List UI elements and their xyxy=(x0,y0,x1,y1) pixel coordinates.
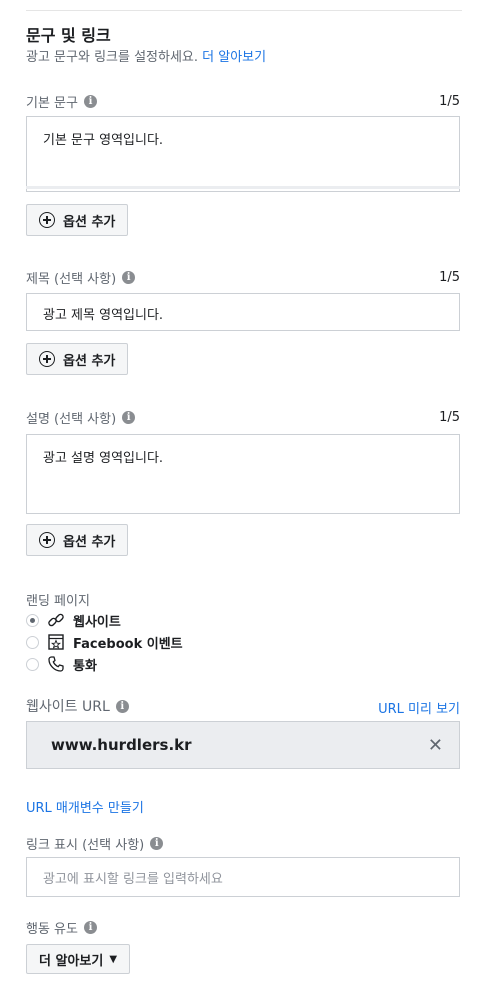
description-counter: 1/5 xyxy=(439,410,460,425)
display-link-label-text: 링크 표시 (선택 사항) xyxy=(26,838,145,853)
clear-icon[interactable]: ✕ xyxy=(428,735,443,756)
cta-dropdown[interactable]: 더 알아보기 ▼ xyxy=(26,944,131,974)
section-subtitle: 광고 문구와 링크를 설정하세요. 더 알아보기 xyxy=(26,46,266,65)
link-icon xyxy=(47,611,65,629)
info-icon[interactable]: i xyxy=(150,837,164,850)
display-link-label: 링크 표시 (선택 사항) i xyxy=(26,834,164,853)
primary-text-label: 기본 문구 i xyxy=(26,92,97,111)
landing-option-website[interactable]: 웹사이트 xyxy=(26,611,121,630)
info-icon[interactable]: i xyxy=(115,699,129,713)
description-input[interactable]: 광고 설명 영역입니다. xyxy=(26,434,460,514)
cta-label-text: 행동 유도 xyxy=(26,922,78,937)
description-label-text: 설명 (선택 사항) xyxy=(26,412,117,427)
plus-circle-icon xyxy=(39,532,55,548)
headline-label: 제목 (선택 사항) i xyxy=(26,268,136,287)
primary-text-resize-bar xyxy=(26,186,460,189)
website-url-label: 웹사이트 URL i xyxy=(26,696,129,716)
primary-text-add-option-button[interactable]: 옵션 추가 xyxy=(26,204,129,236)
landing-option-facebook-event[interactable]: Facebook 이벤트 xyxy=(26,633,183,652)
radio-button[interactable] xyxy=(26,613,39,627)
plus-circle-icon xyxy=(39,351,55,367)
cta-selected-value: 더 알아보기 xyxy=(39,953,104,969)
phone-icon xyxy=(47,655,65,673)
event-icon xyxy=(47,633,65,651)
primary-text-counter: 1/5 xyxy=(439,94,460,109)
headline-counter: 1/5 xyxy=(439,270,460,285)
primary-text-label-text: 기본 문구 xyxy=(26,96,78,111)
landing-page-label: 랜딩 페이지 xyxy=(26,594,90,609)
info-icon[interactable]: i xyxy=(122,271,136,284)
display-link-input[interactable]: 광고에 표시할 링크를 입력하세요 xyxy=(26,857,460,897)
section-title: 문구 및 링크 xyxy=(26,26,111,45)
headline-input[interactable]: 광고 제목 영역입니다. xyxy=(26,293,460,331)
caret-down-icon: ▼ xyxy=(109,953,118,965)
radio-button[interactable] xyxy=(26,657,39,671)
display-link-placeholder: 광고에 표시할 링크를 입력하세요 xyxy=(43,872,223,887)
info-icon[interactable]: i xyxy=(83,95,97,108)
landing-option-call[interactable]: 통화 xyxy=(26,655,97,674)
info-icon[interactable]: i xyxy=(122,411,136,424)
add-option-label: 옵션 추가 xyxy=(63,534,116,550)
url-preview-link[interactable]: URL 미리 보기 xyxy=(378,698,460,717)
section-divider xyxy=(26,10,462,11)
description-add-option-button[interactable]: 옵션 추가 xyxy=(26,524,129,556)
url-params-link[interactable]: URL 매개변수 만들기 xyxy=(26,797,144,816)
website-url-value: www.hurdlers.kr xyxy=(51,736,192,754)
landing-option-label: 통화 xyxy=(73,658,97,674)
website-url-input[interactable]: www.hurdlers.kr ✕ xyxy=(26,721,460,769)
headline-label-text: 제목 (선택 사항) xyxy=(26,272,117,287)
cta-label: 행동 유도 i xyxy=(26,918,97,937)
learn-more-link[interactable]: 더 알아보기 xyxy=(202,50,266,65)
description-label: 설명 (선택 사항) i xyxy=(26,408,136,427)
add-option-label: 옵션 추가 xyxy=(63,353,116,369)
section-subtitle-text: 광고 문구와 링크를 설정하세요. xyxy=(26,50,199,65)
website-url-label-text: 웹사이트 URL xyxy=(26,699,110,715)
landing-option-label: Facebook 이벤트 xyxy=(73,636,183,652)
radio-button[interactable] xyxy=(26,635,39,649)
plus-circle-icon xyxy=(39,212,55,228)
primary-text-input[interactable]: 기본 문구 영역입니다. xyxy=(26,116,460,192)
headline-add-option-button[interactable]: 옵션 추가 xyxy=(26,343,129,375)
info-icon[interactable]: i xyxy=(83,921,97,934)
add-option-label: 옵션 추가 xyxy=(63,214,116,230)
landing-option-label: 웹사이트 xyxy=(73,614,121,630)
